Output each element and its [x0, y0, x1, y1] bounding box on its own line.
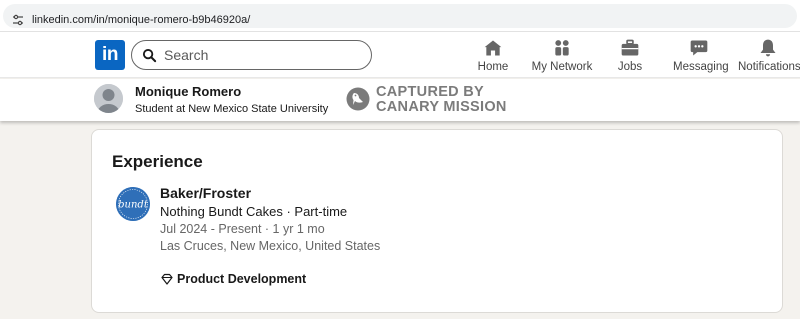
nav-home-label: Home: [477, 61, 509, 73]
url-text[interactable]: linkedin.com/in/monique-romero-b9b46920a…: [32, 13, 250, 27]
nav-notifications[interactable]: Notifications: [738, 38, 800, 74]
browser-address-bar: linkedin.com/in/monique-romero-b9b46920a…: [0, 0, 800, 32]
briefcase-icon: [621, 39, 639, 56]
canary-bird-icon: [346, 87, 370, 111]
avatar[interactable]: [94, 84, 123, 113]
job-location: Las Cruces, New Mexico, United States: [160, 239, 381, 253]
nav-jobs[interactable]: Jobs: [615, 38, 645, 74]
nav-my-network-label: My Network: [531, 61, 593, 73]
global-nav: in Home My Network Jobs: [0, 32, 800, 78]
search-input[interactable]: [164, 44, 364, 66]
job-dates: Jul 2024 - Present · 1 yr 1 mo: [160, 222, 325, 236]
watermark-line-1: CAPTURED BY: [376, 84, 485, 100]
avatar-placeholder-icon: [94, 84, 123, 113]
tune-icon[interactable]: [12, 14, 24, 26]
nav-my-network[interactable]: My Network: [531, 38, 593, 74]
job-company: Nothing Bundt Cakes · Part-time: [160, 204, 348, 219]
bundt-logo-icon: bundt: [116, 187, 150, 221]
nav-home[interactable]: Home: [477, 38, 509, 74]
nav-jobs-label: Jobs: [617, 61, 643, 73]
bell-icon: [760, 39, 776, 57]
url-bar[interactable]: linkedin.com/in/monique-romero-b9b46920a…: [3, 4, 797, 28]
profile-name[interactable]: Monique Romero: [135, 84, 241, 100]
section-title: Experience: [112, 152, 203, 171]
profile-sticky-bar: Monique Romero Student at New Mexico Sta…: [0, 79, 800, 121]
search-box[interactable]: [131, 40, 372, 70]
chat-icon: [690, 40, 708, 56]
job-title[interactable]: Baker/Froster: [160, 185, 251, 202]
skill-text: Product Development: [177, 272, 307, 286]
watermark-line-2: CANARY MISSION: [376, 99, 507, 115]
search-icon: [142, 48, 157, 63]
nav-messaging[interactable]: Messaging: [673, 38, 729, 74]
profile-headline: Student at New Mexico State University: [135, 103, 329, 115]
bundt-logo-text: bundt: [118, 200, 149, 211]
company-logo[interactable]: bundt: [116, 187, 150, 221]
home-icon: [484, 40, 502, 56]
nav-notifications-label: Notifications: [738, 61, 800, 73]
experience-card: Experience bundt Baker/Froster Nothing B…: [91, 129, 783, 313]
diamond-icon: [161, 273, 173, 285]
linkedin-logo[interactable]: in: [95, 40, 125, 70]
people-icon: [555, 40, 569, 56]
nav-messaging-label: Messaging: [673, 61, 729, 73]
